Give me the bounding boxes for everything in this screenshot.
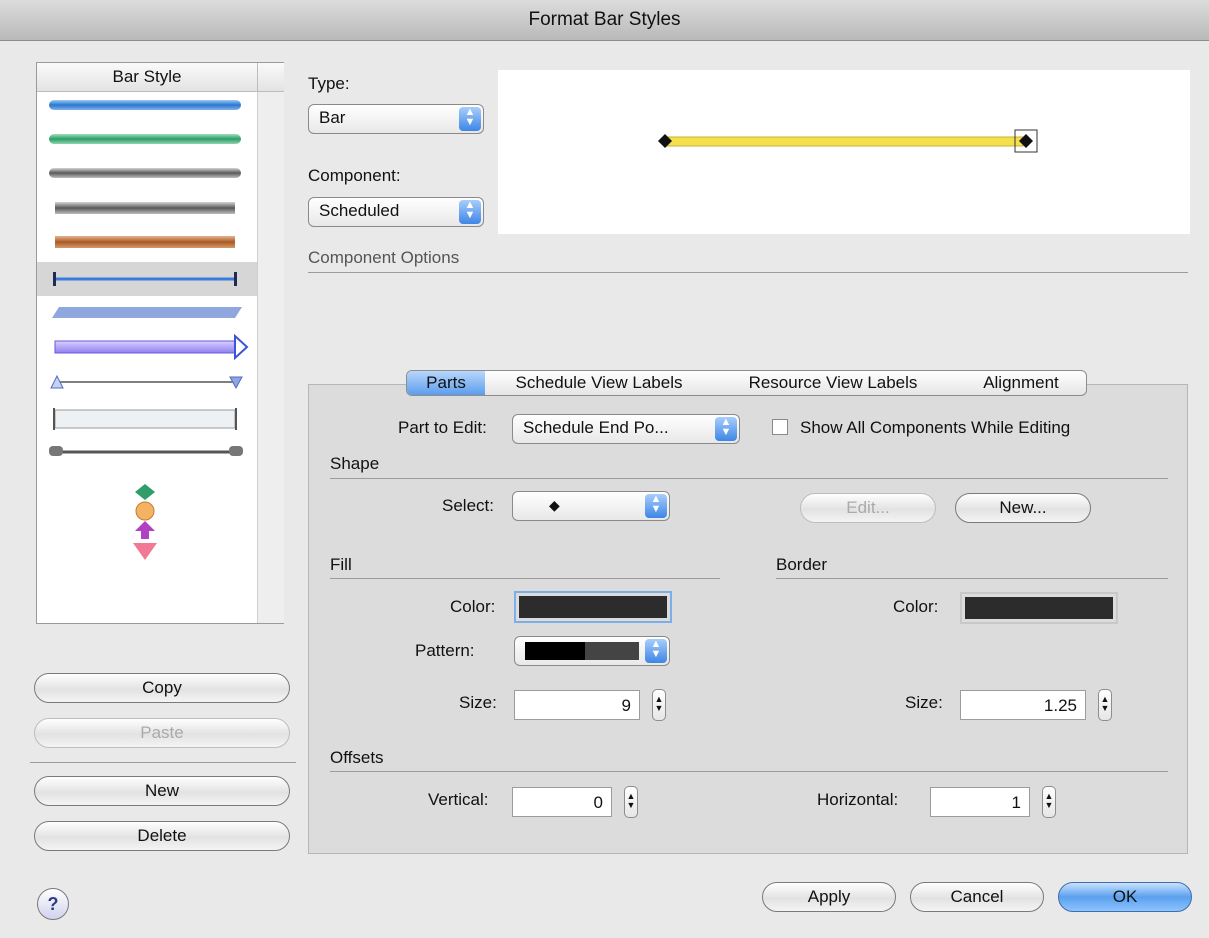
border-size-field[interactable]: 1.25 bbox=[960, 690, 1086, 720]
vertical-offset-field[interactable]: 0 bbox=[512, 787, 612, 817]
border-header: Border bbox=[776, 555, 828, 574]
popup-arrows-icon: ▲ ▼ bbox=[645, 639, 667, 663]
vertical-offset-stepper[interactable]: ▲ ▼ bbox=[624, 786, 638, 818]
tab-resource-view-labels[interactable]: Resource View Labels bbox=[723, 371, 943, 395]
border-color-well[interactable] bbox=[960, 592, 1118, 624]
vertical-label: Vertical: bbox=[428, 790, 489, 809]
part-to-edit-label: Part to Edit: bbox=[398, 418, 487, 437]
part-to-edit-popup[interactable]: Schedule End Po... ▲ ▼ bbox=[512, 414, 740, 444]
popup-arrows-icon: ▲ ▼ bbox=[459, 107, 481, 131]
shape-header: Shape bbox=[330, 454, 380, 473]
window-title-bar: Format Bar Styles bbox=[0, 0, 1209, 41]
new-shape-button[interactable]: New... bbox=[955, 493, 1091, 523]
horizontal-label: Horizontal: bbox=[817, 790, 899, 809]
bar-style-gray-flat bbox=[55, 202, 235, 214]
new-bar-style-button[interactable]: New bbox=[34, 776, 290, 806]
fill-color-well[interactable] bbox=[514, 591, 672, 623]
border-color-label: Color: bbox=[893, 597, 939, 616]
bar-style-arrow bbox=[54, 340, 236, 354]
bar-style-gray bbox=[49, 168, 241, 178]
show-all-components-label: Show All Components While Editing bbox=[800, 418, 1071, 437]
bar-style-brown bbox=[55, 236, 235, 248]
pattern-popup[interactable]: ▲ ▼ bbox=[514, 636, 670, 666]
paste-button[interactable]: Paste bbox=[34, 718, 290, 748]
diamond-shape-icon: ◆ bbox=[549, 497, 560, 513]
pattern-preview-dark bbox=[525, 642, 585, 660]
popup-arrows-icon: ▲ ▼ bbox=[645, 494, 667, 518]
left-divider bbox=[30, 762, 296, 763]
bar-style-green bbox=[49, 134, 241, 144]
tab-alignment[interactable]: Alignment bbox=[957, 371, 1085, 395]
bar-style-blue bbox=[49, 100, 241, 110]
ok-button[interactable]: OK bbox=[1058, 882, 1192, 912]
milestone-purple-arrow bbox=[135, 521, 155, 539]
component-label: Component: bbox=[308, 166, 401, 185]
border-color-swatch bbox=[965, 597, 1113, 619]
fill-size-stepper[interactable]: ▲ ▼ bbox=[652, 689, 666, 721]
show-all-components-checkbox[interactable] bbox=[772, 419, 788, 435]
shape-divider bbox=[330, 478, 1168, 479]
milestone-orange-circle bbox=[135, 501, 155, 521]
milestone-pink-triangle bbox=[133, 543, 157, 560]
popup-arrows-icon: ▲ ▼ bbox=[459, 200, 481, 224]
bar-style-frame bbox=[54, 409, 236, 429]
type-value: Bar bbox=[319, 108, 346, 127]
milestone-green-diamond bbox=[135, 484, 155, 500]
bar-style-list[interactable]: Bar Style bbox=[36, 62, 284, 624]
bar-style-swatches bbox=[37, 100, 257, 560]
border-divider bbox=[776, 578, 1168, 579]
fill-header: Fill bbox=[330, 555, 352, 574]
pattern-preview-light bbox=[585, 642, 639, 660]
component-popup[interactable]: Scheduled ▲ ▼ bbox=[308, 197, 484, 227]
component-options-divider bbox=[308, 272, 1188, 273]
tab-schedule-view-labels[interactable]: Schedule View Labels bbox=[489, 371, 709, 395]
part-to-edit-value: Schedule End Po... bbox=[523, 418, 669, 437]
bar-style-column-header[interactable]: Bar Style bbox=[37, 63, 257, 92]
pattern-label: Pattern: bbox=[415, 641, 475, 660]
list-scrollbar[interactable] bbox=[257, 92, 284, 623]
apply-button[interactable]: Apply bbox=[762, 882, 896, 912]
offsets-divider bbox=[330, 771, 1168, 772]
border-size-label: Size: bbox=[905, 693, 943, 712]
edit-shape-button[interactable]: Edit... bbox=[800, 493, 936, 523]
tab-parts[interactable]: Parts bbox=[407, 371, 485, 395]
type-label: Type: bbox=[308, 74, 350, 93]
offsets-header: Offsets bbox=[330, 748, 384, 767]
horizontal-offset-field[interactable]: 1 bbox=[930, 787, 1030, 817]
fill-divider bbox=[330, 578, 720, 579]
fill-color-label: Color: bbox=[450, 597, 496, 616]
bar-preview bbox=[498, 70, 1190, 234]
options-tabs[interactable]: Parts Schedule View Labels Resource View… bbox=[406, 370, 1087, 396]
type-popup[interactable]: Bar ▲ ▼ bbox=[308, 104, 484, 134]
copy-button[interactable]: Copy bbox=[34, 673, 290, 703]
fill-color-swatch bbox=[519, 596, 667, 618]
cancel-button[interactable]: Cancel bbox=[910, 882, 1044, 912]
fill-size-label: Size: bbox=[459, 693, 497, 712]
fill-size-field[interactable]: 9 bbox=[514, 690, 640, 720]
component-value: Scheduled bbox=[319, 201, 400, 220]
preview-canvas bbox=[658, 129, 1038, 153]
shape-select-popup[interactable]: ◆ ▲ ▼ bbox=[512, 491, 670, 521]
window-title: Format Bar Styles bbox=[528, 9, 681, 30]
border-size-stepper[interactable]: ▲ ▼ bbox=[1098, 689, 1112, 721]
help-button[interactable]: ? bbox=[37, 888, 69, 920]
select-label: Select: bbox=[442, 496, 494, 515]
bar-style-parallelogram bbox=[52, 307, 242, 318]
delete-bar-style-button[interactable]: Delete bbox=[34, 821, 290, 851]
preview-bar bbox=[665, 136, 1024, 147]
list-header-corner bbox=[257, 63, 284, 92]
popup-arrows-icon: ▲ ▼ bbox=[715, 417, 737, 441]
component-options-label: Component Options bbox=[308, 248, 460, 267]
horizontal-offset-stepper[interactable]: ▲ ▼ bbox=[1042, 786, 1056, 818]
